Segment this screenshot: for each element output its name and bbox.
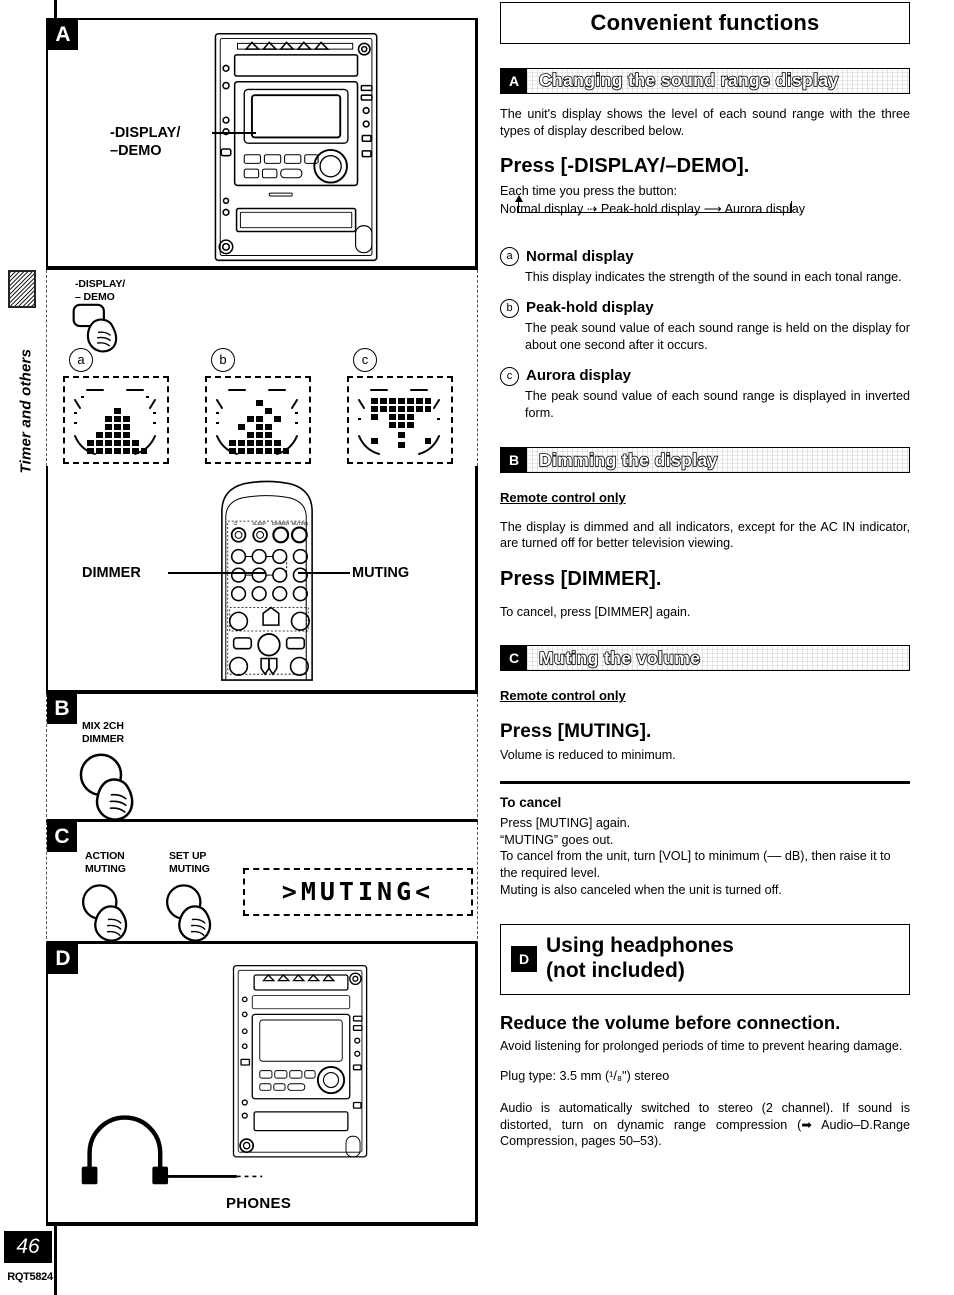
section-b-remote-note: Remote control only xyxy=(500,490,626,506)
section-c-cancel-line-3: To cancel from the unit, turn [VOL] to m… xyxy=(500,849,891,881)
section-d-lead: Reduce the volume before connection. xyxy=(500,1011,841,1033)
figure-panel-d: D PHONES xyxy=(46,944,478,1226)
mode-body-normal: This display indicates the strength of t… xyxy=(525,269,902,284)
figure-panel-a: A -DISPLAY/ –DEMO xyxy=(46,18,478,270)
svg-text:⏻: ⏻ xyxy=(234,521,238,526)
display-demo-button-caption: -DISPLAY/ – DEMO xyxy=(75,278,126,303)
mode-title-peak-hold: Peak-hold display xyxy=(526,299,654,317)
dimmer-callout: DIMMER xyxy=(82,565,141,581)
section-d-body-2: Audio is automatically switched to stere… xyxy=(500,1101,910,1149)
panel-badge-b: B xyxy=(47,694,77,724)
mode-body-aurora: The peak sound value of each sound range… xyxy=(525,389,910,420)
left-margin: Timer and others 46 RQT5824 xyxy=(0,0,53,1295)
mode-marker-c: c xyxy=(353,348,377,372)
visualizer-normal-graphic xyxy=(74,389,156,455)
setup-muting-button-caption: SET UP MUTING xyxy=(169,850,210,875)
document-code: RQT5824 xyxy=(7,1271,53,1283)
section-d-plug-type: Plug type: 3.5 mm (¹/₈") stereo xyxy=(500,1068,670,1083)
section-c-remote-note: Remote control only xyxy=(500,688,626,704)
section-a-press-heading: Press [-DISPLAY/–DEMO]. xyxy=(500,155,750,178)
page-number: 46 xyxy=(4,1231,52,1263)
visualizer-sample-aurora xyxy=(347,376,453,464)
mode-entry-normal: a Normal display This display indicates … xyxy=(500,247,910,285)
visualizer-sample-normal xyxy=(63,376,169,464)
mode-bullet-b: b xyxy=(500,298,519,318)
stereo-unit-illustration xyxy=(214,32,378,262)
finger-press-dimmer-icon xyxy=(79,753,134,821)
action-muting-button-caption: ACTION MUTING xyxy=(85,850,126,875)
mode-heading-peak-hold: b Peak-hold display xyxy=(500,298,910,318)
section-tag-d: D xyxy=(511,945,537,972)
svg-text:MUTING: MUTING xyxy=(292,521,310,526)
mode-bullet-c: c xyxy=(500,366,519,386)
mode-heading-aurora: c Aurora display xyxy=(500,366,910,386)
display-cycle-diagram: Each time you press the button: Normal d… xyxy=(500,183,910,234)
phones-jack-caption: PHONES xyxy=(226,1195,292,1212)
remote-control-illustration: ⏻ SLEEP DIMMER MUTING xyxy=(221,480,313,681)
cycle-loop-arrow xyxy=(515,194,792,213)
visualizer-sample-peak-hold xyxy=(205,376,311,464)
mode-marker-b: b xyxy=(211,348,235,372)
text-column: Convenient functions A Changing the soun… xyxy=(500,0,910,1163)
manual-page: Timer and others 46 RQT5824 A -DISPLAY/ … xyxy=(0,0,954,1295)
panel-badge-c: C xyxy=(47,822,77,852)
section-c-press-heading: Press [MUTING]. xyxy=(500,720,652,742)
dimmer-button-caption: MIX 2CH DIMMER xyxy=(82,720,124,745)
section-banner-a: A Changing the sound range display xyxy=(500,68,910,94)
section-banner-c: C Muting the volume xyxy=(500,645,910,672)
section-d-body-1: Avoid listening for prolonged periods of… xyxy=(500,1039,903,1054)
section-b-intro: The display is dimmed and all indicators… xyxy=(500,519,910,551)
section-b-press-heading: Press [DIMMER]. xyxy=(500,568,662,591)
section-banner-b: B Dimming the display xyxy=(500,447,910,474)
finger-press-action-muting-icon xyxy=(81,884,128,942)
figure-panel-remote: DIMMER MUTING ⏻ SLEEP DIMMER MUTING xyxy=(46,466,478,694)
section-a-intro: The unit's display shows the level of ea… xyxy=(500,107,910,138)
section-title-a: Changing the sound range display xyxy=(527,69,909,93)
figure-panel-c: C ACTION MUTING SET UP MUTING >MUTING< xyxy=(46,822,478,944)
section-title-d: Using headphones (not included) xyxy=(546,934,734,982)
section-c-cancel-line-4: Muting is also canceled when the unit is… xyxy=(500,882,782,897)
mode-title-aurora: Aurora display xyxy=(526,367,632,385)
section-c-divider xyxy=(500,781,910,785)
section-banner-d: D Using headphones (not included) xyxy=(500,924,910,995)
display-demo-callout: -DISPLAY/ –DEMO xyxy=(110,125,181,160)
section-tag-c: C xyxy=(501,646,527,671)
mode-entry-peak-hold: b Peak-hold display The peak sound value… xyxy=(500,298,910,353)
page-title-box: Convenient functions xyxy=(500,2,910,44)
figure-panel-b: B MIX 2CH DIMMER xyxy=(46,694,478,822)
figure-column: A -DISPLAY/ –DEMO -DISPLAY/ – DEMO a b c… xyxy=(46,18,478,1226)
visualizer-aurora-graphic xyxy=(358,389,440,455)
muting-display-text: >MUTING< xyxy=(281,877,435,906)
section-c-cancel-title: To cancel xyxy=(500,795,562,811)
section-tag-a: A xyxy=(501,69,527,93)
mode-bullet-a: a xyxy=(500,247,519,267)
mode-entry-aurora: c Aurora display The peak sound value of… xyxy=(500,366,910,421)
muting-callout: MUTING xyxy=(352,565,410,581)
mode-body-peak-hold: The peak sound value of each sound range… xyxy=(525,321,910,352)
finger-press-setup-muting-icon xyxy=(165,884,212,942)
section-c-press-sub: Volume is reduced to minimum. xyxy=(500,747,676,762)
panel-badge-d: D xyxy=(48,944,78,974)
section-c-cancel-line-1: Press [MUTING] again. xyxy=(500,816,631,831)
section-a-cycle-intro: Each time you press the button: xyxy=(500,183,678,198)
section-title-c: Muting the volume xyxy=(527,646,909,671)
section-b-cancel: To cancel, press [DIMMER] again. xyxy=(500,605,691,620)
muting-display-readout: >MUTING< xyxy=(243,868,473,916)
headphones-illustration xyxy=(81,1115,263,1185)
section-c-cancel-line-2: “MUTING” goes out. xyxy=(500,832,614,847)
visualizer-peak-hold-graphic xyxy=(216,389,298,455)
section-tab-label: Timer and others xyxy=(17,348,35,474)
section-title-b: Dimming the display xyxy=(527,448,909,473)
figure-panel-display-modes: -DISPLAY/ – DEMO a b c xyxy=(46,270,478,466)
section-tag-b: B xyxy=(501,448,527,473)
mode-title-normal: Normal display xyxy=(526,247,634,265)
mode-heading-normal: a Normal display xyxy=(500,247,910,267)
section-thumb-index xyxy=(8,270,36,308)
page-title: Convenient functions xyxy=(590,10,820,36)
panel-badge-a: A xyxy=(48,20,78,50)
svg-text:SLEEP: SLEEP xyxy=(252,521,266,526)
svg-text:DIMMER: DIMMER xyxy=(272,521,289,526)
mode-marker-a: a xyxy=(69,348,93,372)
